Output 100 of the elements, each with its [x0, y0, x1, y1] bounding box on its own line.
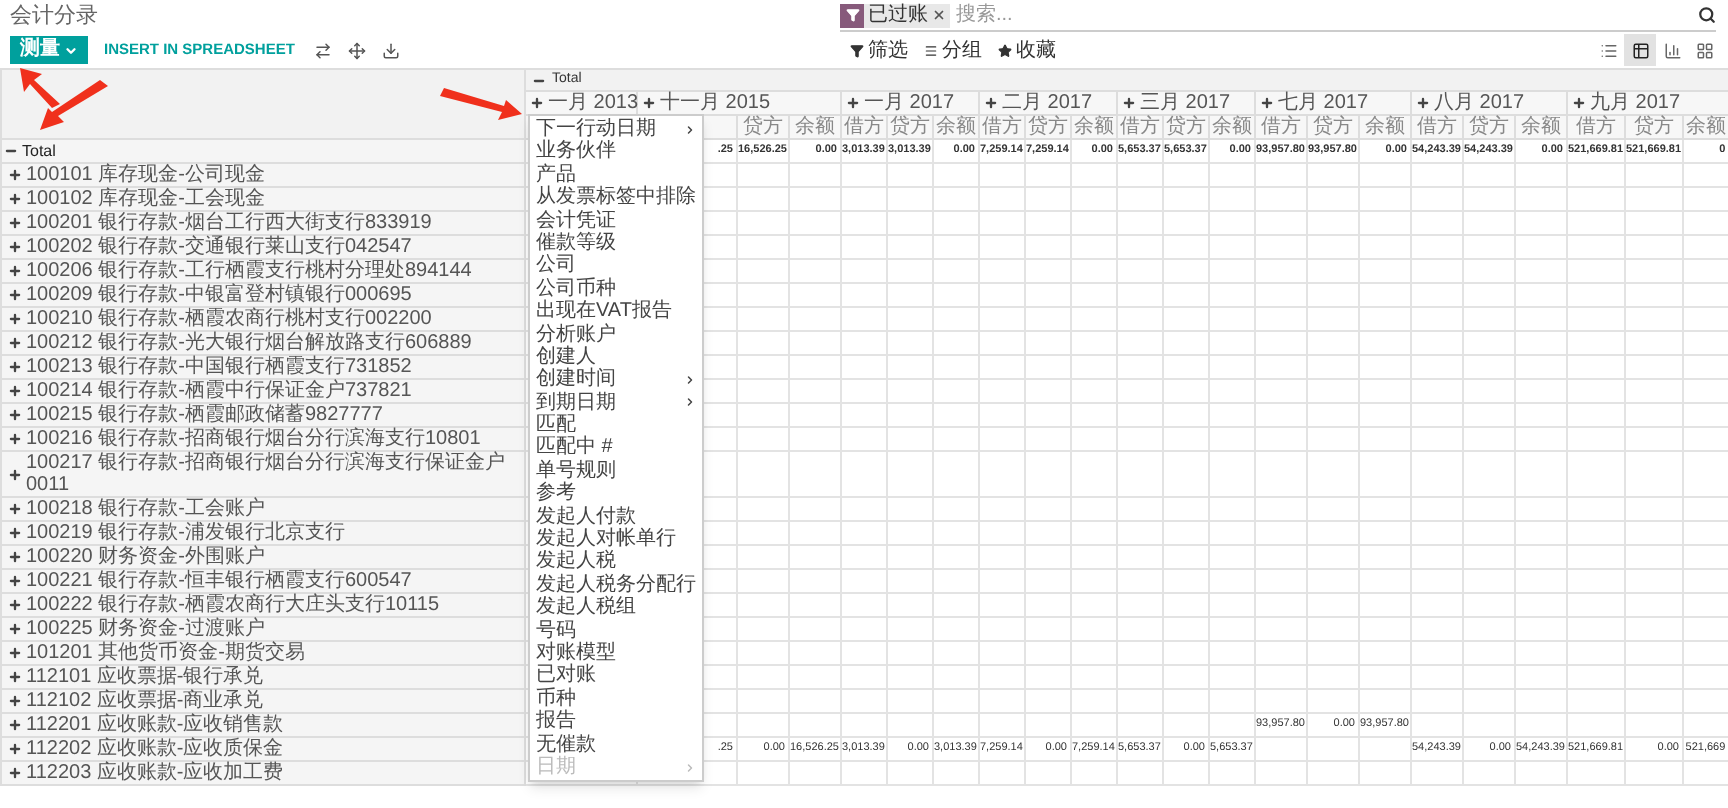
expand-icon[interactable] — [8, 312, 22, 326]
row-label[interactable]: 100216 银行存款-招商银行烟台分行滨海支行10801 — [26, 428, 481, 450]
view-switch-button[interactable] — [1624, 34, 1656, 66]
row-label[interactable]: 100201 银行存款-烟台工行西大街支行833919 — [26, 212, 432, 234]
row-label[interactable]: 112203 应收账款-应收加工费 — [26, 762, 284, 784]
expand-icon[interactable] — [642, 96, 656, 110]
filter-menu-button[interactable]: 收藏 — [998, 35, 1056, 65]
expand-icon[interactable] — [8, 360, 22, 374]
expand-icon[interactable] — [8, 694, 22, 708]
row-label[interactable]: 100214 银行存款-栖霞中行保证金户737821 — [26, 380, 412, 402]
menu-item[interactable]: 发起人对帐单行 — [530, 528, 702, 551]
group-label[interactable]: 九月 2017 — [1590, 92, 1681, 114]
row-label[interactable]: 100220 财务资金-外围账户 — [26, 546, 265, 568]
expand-icon[interactable] — [8, 598, 22, 612]
expand-icon[interactable] — [8, 408, 22, 422]
expand-icon[interactable] — [8, 264, 22, 278]
search-icon[interactable] — [1698, 6, 1716, 24]
group-label[interactable]: 三月 2017 — [1140, 92, 1231, 114]
expand-icon[interactable] — [8, 168, 22, 182]
row-label[interactable]: 100212 银行存款-光大银行烟台解放路支行606889 — [26, 332, 472, 354]
row-label[interactable]: 100209 银行存款-中银富登村镇银行000695 — [26, 284, 412, 306]
expand-icon[interactable] — [8, 550, 22, 564]
expand-icon[interactable] — [530, 96, 544, 110]
expand-icon[interactable] — [846, 96, 860, 110]
download-icon[interactable] — [382, 41, 401, 59]
menu-item[interactable]: 匹配中 # — [530, 436, 702, 460]
menu-item[interactable]: 分析账户 — [530, 323, 702, 346]
row-label[interactable]: 101201 其他货币资金-期货交易 — [26, 642, 305, 664]
expand-icon[interactable] — [1260, 96, 1274, 110]
row-label[interactable]: 112101 应收票据-银行承兑 — [26, 666, 264, 688]
row-label[interactable]: Total — [22, 140, 56, 162]
menu-item[interactable]: 发起人付款 — [530, 505, 702, 529]
menu-item[interactable]: 号码 — [530, 619, 702, 642]
expand-icon[interactable] — [8, 502, 22, 516]
expand-icon[interactable] — [8, 574, 22, 588]
expand-icon[interactable] — [8, 384, 22, 398]
group-label[interactable]: 一月 2013 — [548, 92, 639, 114]
expand-icon[interactable] — [8, 766, 22, 780]
expand-icon[interactable] — [8, 432, 22, 446]
expand-icon[interactable] — [1416, 96, 1430, 110]
row-label[interactable]: 100102 库存现金-工会现金 — [26, 188, 265, 210]
group-label[interactable]: 二月 2017 — [1002, 92, 1093, 114]
menu-item[interactable]: 发起人税组 — [530, 596, 702, 620]
row-label[interactable]: 100101 库存现金-公司现金 — [26, 164, 265, 186]
collapse-icon[interactable] — [4, 144, 18, 158]
expand-icon[interactable] — [8, 467, 22, 481]
expand-icon[interactable] — [8, 240, 22, 254]
filter-menu-button[interactable]: 筛选 — [850, 35, 908, 65]
menu-item[interactable]: 币种 — [530, 687, 702, 711]
swap-axes-icon[interactable] — [314, 41, 333, 59]
row-label[interactable]: 100219 银行存款-浦发银行北京支行 — [26, 522, 345, 544]
row-label[interactable]: 100210 银行存款-栖霞农商行桃村支行002200 — [26, 308, 432, 330]
menu-item[interactable]: 公司 — [530, 254, 702, 278]
menu-item[interactable]: 公司币种 — [530, 277, 702, 301]
row-label[interactable]: 100221 银行存款-恒丰银行栖霞支行600547 — [26, 570, 412, 592]
menu-item[interactable]: 发起人税 — [530, 550, 702, 574]
row-label[interactable]: 100217 银行存款-招商银行烟台分行滨海支行保证金户0011 — [26, 452, 524, 496]
row-label[interactable]: 112202 应收账款-应收质保金 — [26, 738, 284, 760]
expand-icon[interactable] — [984, 96, 998, 110]
row-label[interactable]: 100213 银行存款-中国银行栖霞支行731852 — [26, 356, 412, 378]
row-label[interactable]: 112102 应收票据-商业承兑 — [26, 690, 264, 712]
row-label[interactable]: 100218 银行存款-工会账户 — [26, 498, 265, 520]
filter-facet[interactable]: 已过账 — [840, 3, 950, 27]
expand-icon[interactable] — [8, 526, 22, 540]
row-label[interactable]: 112201 应收账款-应收销售款 — [26, 714, 284, 736]
row-label[interactable]: 100215 银行存款-栖霞邮政储蓄9827777 — [26, 404, 383, 426]
expand-icon[interactable] — [1572, 96, 1586, 110]
row-label[interactable]: 100206 银行存款-工行栖霞支行桃村分理处894144 — [26, 260, 472, 282]
expand-icon[interactable] — [8, 336, 22, 350]
expand-icon[interactable] — [8, 646, 22, 660]
row-label[interactable]: 100202 银行存款-交通银行莱山支行042547 — [26, 236, 412, 258]
menu-item[interactable]: 到期日期 — [530, 391, 702, 415]
menu-item[interactable]: 已对账 — [530, 664, 702, 688]
expand-icon[interactable] — [8, 622, 22, 636]
menu-item[interactable]: 参考 — [530, 482, 702, 506]
expand-icon[interactable] — [1122, 96, 1136, 110]
expand-icon[interactable] — [8, 192, 22, 206]
menu-item[interactable]: 创建人 — [530, 345, 702, 369]
close-icon[interactable] — [932, 8, 946, 22]
expand-icon[interactable] — [8, 288, 22, 302]
filter-menu-button[interactable]: 分组 — [924, 35, 982, 65]
menu-item[interactable]: 催款等级 — [530, 231, 702, 255]
group-label[interactable]: 七月 2017 — [1278, 92, 1369, 114]
search-input[interactable]: 搜索... — [956, 0, 1698, 30]
menu-item[interactable]: 对账模型 — [530, 641, 702, 665]
menu-item[interactable]: 出现在VAT报告 — [530, 300, 702, 324]
menu-item[interactable]: 下一行动日期 — [530, 118, 702, 141]
row-label[interactable]: 100225 财务资金-过渡账户 — [26, 618, 265, 640]
menu-item[interactable]: 会计凭证 — [530, 209, 702, 232]
group-label[interactable]: 八月 2017 — [1434, 92, 1525, 114]
menu-item[interactable]: 产品 — [530, 163, 702, 187]
group-label[interactable]: 十一月 2015 — [660, 92, 771, 114]
menu-item[interactable]: 报告 — [530, 710, 702, 734]
row-label[interactable]: 100222 银行存款-栖霞农商行大庄头支行10115 — [26, 594, 440, 616]
expand-icon[interactable] — [8, 718, 22, 732]
search-field[interactable]: 已过账 搜索... — [840, 1, 1716, 31]
expand-icon[interactable] — [8, 670, 22, 684]
menu-item[interactable]: 匹配 — [530, 414, 702, 437]
group-label[interactable]: 一月 2017 — [864, 92, 955, 114]
expand-icon[interactable] — [8, 742, 22, 756]
